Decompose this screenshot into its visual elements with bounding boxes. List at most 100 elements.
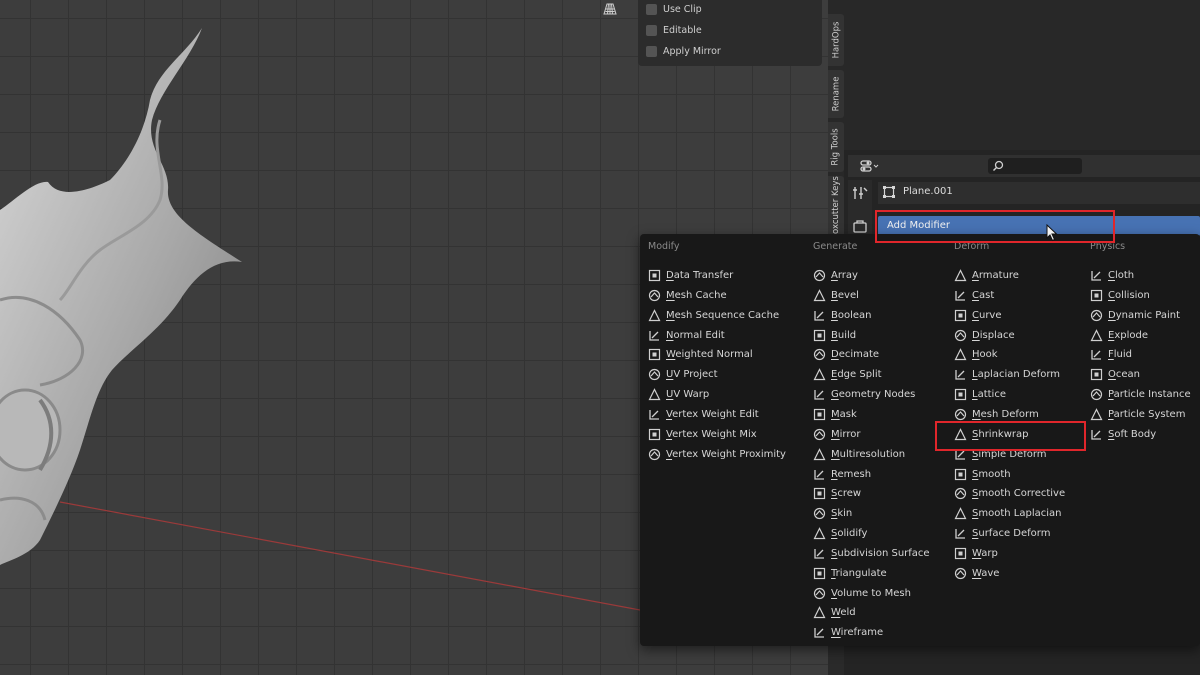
menu-item-vertex-weight-edit[interactable]: Vertex Weight Edit [648, 405, 759, 423]
menu-item-wave[interactable]: Wave [954, 564, 999, 582]
menu-item-smooth-corrective[interactable]: Smooth Corrective [954, 484, 1065, 502]
menu-item-label: Curve [972, 309, 1002, 321]
menu-item-label: Normal Edit [666, 329, 725, 341]
menu-item-smooth[interactable]: Smooth [954, 465, 1011, 483]
menu-item-multiresolution[interactable]: Multiresolution [813, 445, 905, 463]
bevel-icon [813, 288, 826, 301]
menu-item-lattice[interactable]: Lattice [954, 385, 1006, 403]
editable-option[interactable]: Editable [646, 22, 702, 38]
menu-item-build[interactable]: Build [813, 326, 856, 344]
skin-icon [813, 507, 826, 519]
menu-item-displace[interactable]: Displace [954, 326, 1015, 344]
menu-item-screw[interactable]: Screw [813, 484, 861, 502]
menu-item-explode[interactable]: Explode [1090, 326, 1148, 344]
displace-icon [954, 329, 967, 341]
use-clip-option[interactable]: Use Clip [646, 1, 702, 17]
menu-item-data-transfer[interactable]: Data Transfer [648, 266, 733, 284]
menu-item-skin[interactable]: Skin [813, 504, 852, 522]
menu-item-label: Solidify [831, 527, 868, 539]
menu-item-label: UV Warp [666, 388, 710, 400]
outliner-region[interactable] [844, 0, 1200, 150]
menu-item-wireframe[interactable]: Wireframe [813, 623, 883, 641]
menu-item-label: Boolean [831, 309, 872, 321]
grid-toggle-icon[interactable] [602, 2, 618, 16]
menu-item-uv-warp[interactable]: UV Warp [648, 385, 709, 403]
menu-item-collision[interactable]: Collision [1090, 286, 1150, 304]
uv-warp-icon [648, 387, 661, 400]
menu-item-surface-deform[interactable]: Surface Deform [954, 524, 1050, 542]
menu-item-mesh-sequence-cache[interactable]: Mesh Sequence Cache [648, 306, 779, 324]
ocean-icon [1090, 368, 1103, 380]
lattice-icon [954, 388, 967, 400]
solidify-icon [813, 526, 826, 539]
use-clip-checkbox[interactable] [646, 3, 657, 15]
menu-item-boolean[interactable]: Boolean [813, 306, 872, 324]
tab-boxcutter-keys[interactable]: Boxcutter Keys [828, 176, 844, 240]
editor-type-icon[interactable] [860, 159, 880, 173]
tool-settings-icon[interactable] [852, 186, 868, 200]
array-icon [813, 269, 826, 281]
apply-mirror-label: Apply Mirror [663, 45, 721, 57]
sculpt-mesh[interactable] [0, 0, 300, 675]
mouse-cursor-icon [1046, 224, 1058, 242]
dynamic-paint-icon [1090, 309, 1103, 321]
menu-item-cloth[interactable]: Cloth [1090, 266, 1134, 284]
uv-project-icon [648, 368, 661, 380]
menu-item-uv-project[interactable]: UV Project [648, 365, 718, 383]
menu-item-triangulate[interactable]: Triangulate [813, 564, 887, 582]
menu-item-geometry-nodes[interactable]: Geometry Nodes [813, 385, 915, 403]
menu-item-normal-edit[interactable]: Normal Edit [648, 326, 725, 344]
menu-item-mirror[interactable]: Mirror [813, 425, 860, 443]
menu-item-laplacian-deform[interactable]: Laplacian Deform [954, 365, 1060, 383]
menu-item-hook[interactable]: Hook [954, 345, 998, 363]
menu-item-vertex-weight-mix[interactable]: Vertex Weight Mix [648, 425, 757, 443]
menu-item-mesh-cache[interactable]: Mesh Cache [648, 286, 727, 304]
wireframe-icon [814, 627, 824, 638]
screw-icon [813, 487, 826, 499]
menu-item-ocean[interactable]: Ocean [1090, 365, 1140, 383]
mesh-sequence-cache-icon [648, 308, 661, 321]
menu-item-weld[interactable]: Weld [813, 603, 856, 621]
tab-hardops[interactable]: HardOps [828, 14, 844, 66]
menu-item-label: Displace [972, 329, 1015, 341]
menu-item-edge-split[interactable]: Edge Split [813, 365, 882, 383]
tab-rename[interactable]: Rename [828, 70, 844, 118]
menu-item-array[interactable]: Array [813, 266, 858, 284]
menu-item-warp[interactable]: Warp [954, 544, 998, 562]
menu-item-label: Warp [972, 547, 998, 559]
menu-item-particle-instance[interactable]: Particle Instance [1090, 385, 1191, 403]
menu-item-cast[interactable]: Cast [954, 286, 994, 304]
weld-icon [813, 605, 826, 618]
menu-item-label: Smooth [972, 468, 1011, 480]
menu-item-fluid[interactable]: Fluid [1090, 345, 1132, 363]
menu-item-curve[interactable]: Curve [954, 306, 1002, 324]
menu-item-remesh[interactable]: Remesh [813, 465, 871, 483]
menu-item-armature[interactable]: Armature [954, 266, 1019, 284]
menu-item-particle-system[interactable]: Particle System [1090, 405, 1185, 423]
build-icon [813, 329, 826, 341]
menu-item-bevel[interactable]: Bevel [813, 286, 859, 304]
menu-item-label: Particle Instance [1108, 388, 1191, 400]
menu-item-label: Collision [1108, 289, 1150, 301]
mesh-deform-icon [954, 408, 967, 420]
menu-item-label: Weld [831, 606, 856, 618]
menu-item-smooth-laplacian[interactable]: Smooth Laplacian [954, 504, 1061, 522]
menu-item-label: Bevel [831, 289, 859, 301]
menu-item-volume-to-mesh[interactable]: Volume to Mesh [813, 584, 911, 602]
editable-checkbox[interactable] [646, 24, 657, 36]
tab-rig-tools[interactable]: Rig Tools [828, 122, 844, 172]
menu-item-solidify[interactable]: Solidify [813, 524, 867, 542]
menu-item-subdivision-surface[interactable]: Subdivision Surface [813, 544, 930, 562]
render-icon[interactable] [853, 219, 867, 233]
menu-item-label: Smooth Corrective [972, 487, 1066, 499]
menu-item-decimate[interactable]: Decimate [813, 345, 879, 363]
apply-mirror-checkbox[interactable] [646, 45, 657, 57]
menu-item-vertex-weight-proximity[interactable]: Vertex Weight Proximity [648, 445, 786, 463]
menu-item-dynamic-paint[interactable]: Dynamic Paint [1090, 306, 1180, 324]
menu-item-label: Cast [972, 289, 995, 301]
menu-item-mask[interactable]: Mask [813, 405, 857, 423]
menu-item-soft-body[interactable]: Soft Body [1090, 425, 1156, 443]
menu-item-label: Decimate [831, 348, 880, 360]
menu-item-weighted-normal[interactable]: Weighted Normal [648, 345, 753, 363]
apply-mirror-option[interactable]: Apply Mirror [646, 43, 721, 59]
